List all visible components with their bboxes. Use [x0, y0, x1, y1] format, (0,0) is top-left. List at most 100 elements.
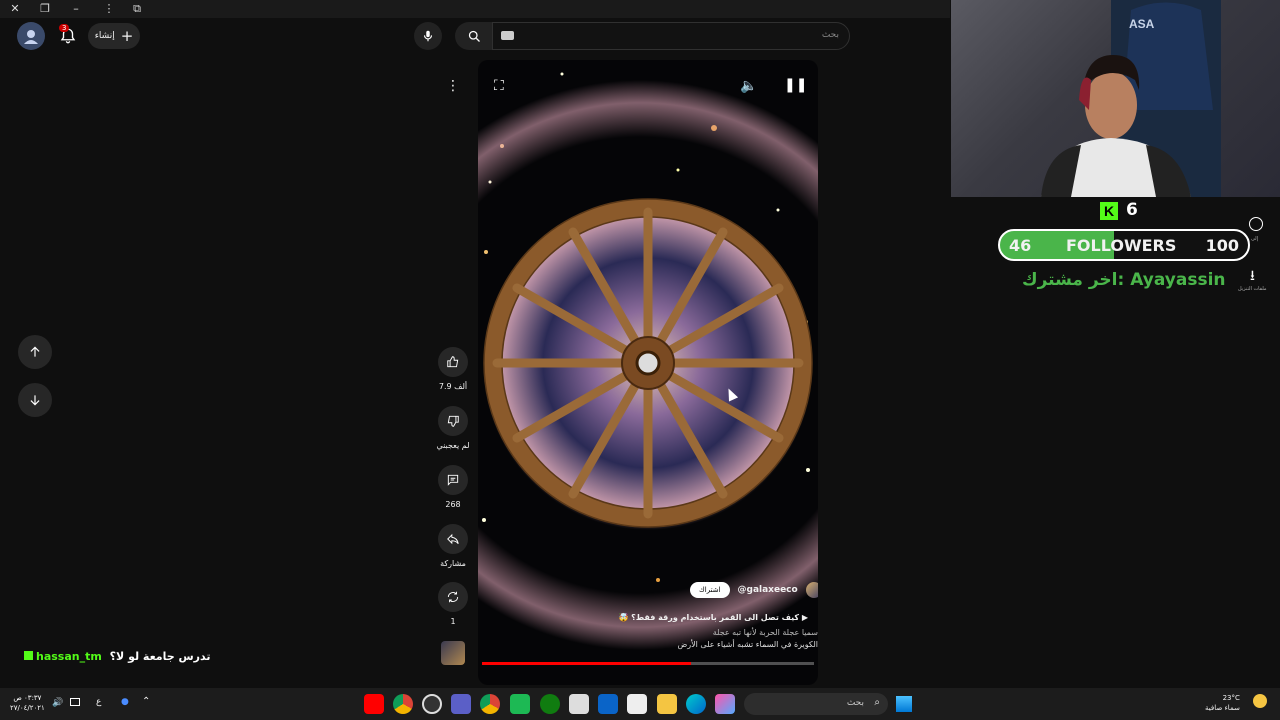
green-app-icon[interactable] — [510, 694, 530, 714]
comment-count: 268 — [445, 500, 461, 509]
side-label-2: ملفات التنزيل — [1238, 286, 1267, 292]
followers-goal-bar: 46 FOLLOWERS 100 — [998, 229, 1250, 261]
extensions-icon[interactable]: ⧉ — [130, 2, 144, 16]
side-label-1: إلى — [1251, 236, 1259, 242]
share-label: مشاركة — [440, 559, 466, 568]
close-icon[interactable]: ✕ — [8, 2, 22, 16]
restore-icon[interactable]: ❐ — [38, 2, 52, 16]
thumbs-down-icon — [447, 415, 459, 427]
volume-tray-icon[interactable]: 🔊 — [52, 698, 63, 708]
followers-goal: 100 — [1205, 236, 1239, 255]
create-button[interactable]: + إنشاء — [88, 23, 140, 49]
last-subscriber: اخر مشترك: Ayayassin — [1022, 270, 1226, 290]
edge-icon[interactable] — [686, 694, 706, 714]
dislike-label: لم يعجبني — [436, 441, 470, 450]
youtube-app-icon[interactable] — [364, 694, 384, 714]
kick-count: 6 — [1126, 200, 1138, 220]
channel-handle[interactable]: @galaxeeco — [738, 585, 798, 595]
windows-taskbar: ٠٣:٣٧ ص ٢٧/٠٤/٢٠٢١ 🔊 ع ● ⌃ ⌕ بحث 23°C سم… — [0, 688, 1280, 720]
search-input[interactable]: بحث — [492, 22, 850, 50]
remix-button[interactable] — [438, 582, 468, 612]
chrome-2-icon[interactable] — [480, 694, 500, 714]
box-app-icon[interactable] — [569, 694, 589, 714]
pause-icon[interactable]: ❚❚ — [784, 77, 807, 93]
file-explorer-icon[interactable] — [657, 694, 677, 714]
arrow-down-icon — [30, 395, 40, 406]
previous-short-button[interactable] — [18, 335, 52, 369]
copilot-icon[interactable] — [715, 694, 735, 714]
taskbar-search[interactable]: ⌕ بحث — [744, 693, 888, 715]
followers-label: FOLLOWERS — [1066, 236, 1177, 255]
arrow-up-icon — [30, 346, 40, 357]
comments-button[interactable] — [438, 465, 468, 495]
vertical-dots-icon: ⋮ — [446, 78, 460, 94]
video-progress-fill — [482, 662, 692, 665]
video-title[interactable]: ▶ كيف تصل الى القمر باستخدام ورقة فقط؟ 🤯 — [618, 613, 808, 622]
stream-chat-message: hassan_tm تدرس جامعة لو لا؟ — [24, 650, 211, 663]
kick-logo-icon: K — [1100, 202, 1118, 220]
search-icon — [468, 30, 480, 42]
obs-icon[interactable] — [422, 694, 442, 714]
video-description-1: سميا عجلة الحربة لأنها تبه عجلة — [712, 628, 818, 637]
chrome-icon[interactable] — [393, 694, 413, 714]
browser-titlebar: ✕ ❐ – ⋮ ⧉ — [0, 0, 950, 18]
share-button[interactable] — [438, 524, 468, 554]
comment-icon — [447, 474, 459, 486]
mic-tray-icon[interactable]: ● — [121, 697, 129, 707]
notifications-button[interactable]: 3 — [54, 22, 82, 50]
clock[interactable]: ٠٣:٣٧ ص ٢٧/٠٤/٢٠٢١ — [10, 693, 45, 713]
xbox-icon[interactable] — [540, 694, 560, 714]
more-options-button[interactable]: ⋮ — [438, 71, 468, 101]
short-video-player[interactable]: ⛶ 🔈 ❚❚ اشتراك @galaxeeco ▶ كيف تصل الى ا… — [478, 60, 818, 685]
network-icon[interactable] — [70, 698, 80, 706]
clock-time: ٠٣:٣٧ ص — [13, 694, 42, 702]
keyboard-icon[interactable] — [501, 31, 514, 40]
channel-row: اشتراك @galaxeeco — [690, 582, 818, 598]
svg-text:ASA: ASA — [1129, 17, 1155, 31]
clock-date: ٢٧/٠٤/٢٠٢١ — [10, 704, 45, 712]
like-button[interactable] — [438, 347, 468, 377]
next-short-button[interactable] — [18, 383, 52, 417]
microphone-icon — [423, 30, 433, 42]
voice-search-button[interactable] — [414, 22, 442, 50]
minimize-icon[interactable]: – — [69, 2, 83, 16]
weather-desc: سماء صافية — [1205, 704, 1240, 712]
video-progress-bar[interactable] — [482, 662, 814, 665]
plus-icon: + — [120, 27, 134, 45]
windows-start-icon[interactable] — [896, 696, 912, 712]
followers-current: 46 — [1009, 236, 1032, 255]
outlook-icon[interactable] — [598, 694, 618, 714]
subscribe-button[interactable]: اشتراك — [690, 582, 730, 598]
video-description-2: الكويرة في السماء تشبه أشياء على الأرض — [677, 640, 818, 649]
play-icon: ▶ — [799, 613, 808, 622]
chat-text: تدرس جامعة لو لا؟ — [109, 650, 211, 663]
channel-avatar[interactable] — [805, 582, 818, 598]
teams-icon[interactable] — [451, 694, 471, 714]
thumbs-up-icon — [447, 356, 459, 368]
search-placeholder: بحث — [821, 30, 839, 40]
sound-thumbnail[interactable] — [441, 641, 465, 665]
chat-username: hassan_tm — [36, 650, 102, 663]
create-label: إنشاء — [94, 31, 115, 41]
taskbar-search-label: بحث — [846, 698, 864, 708]
account-icon[interactable] — [1249, 217, 1263, 231]
weather-temp: 23°C — [1222, 694, 1240, 702]
dislike-button[interactable] — [438, 406, 468, 436]
search-button[interactable] — [455, 22, 493, 50]
remix-icon — [447, 591, 459, 603]
avatar[interactable] — [17, 22, 45, 50]
volume-icon[interactable]: 🔈 — [740, 78, 757, 94]
chevron-up-icon[interactable]: ⌃ — [142, 696, 150, 707]
more-icon[interactable]: ⋮ — [102, 2, 116, 16]
fullscreen-icon[interactable]: ⛶ — [494, 78, 504, 94]
webcam-feed: ASA — [951, 0, 1280, 197]
search-glyph-icon: ⌕ — [874, 697, 880, 708]
remix-count: 1 — [450, 617, 456, 626]
weather-widget[interactable]: 23°C سماء صافية — [1205, 693, 1240, 713]
like-count: 7.9 ألف — [438, 382, 468, 391]
weather-moon-icon — [1253, 694, 1267, 708]
store-icon[interactable] — [627, 694, 647, 714]
language-indicator[interactable]: ع — [96, 697, 101, 707]
kick-icon — [24, 651, 33, 660]
share-icon — [447, 533, 459, 545]
